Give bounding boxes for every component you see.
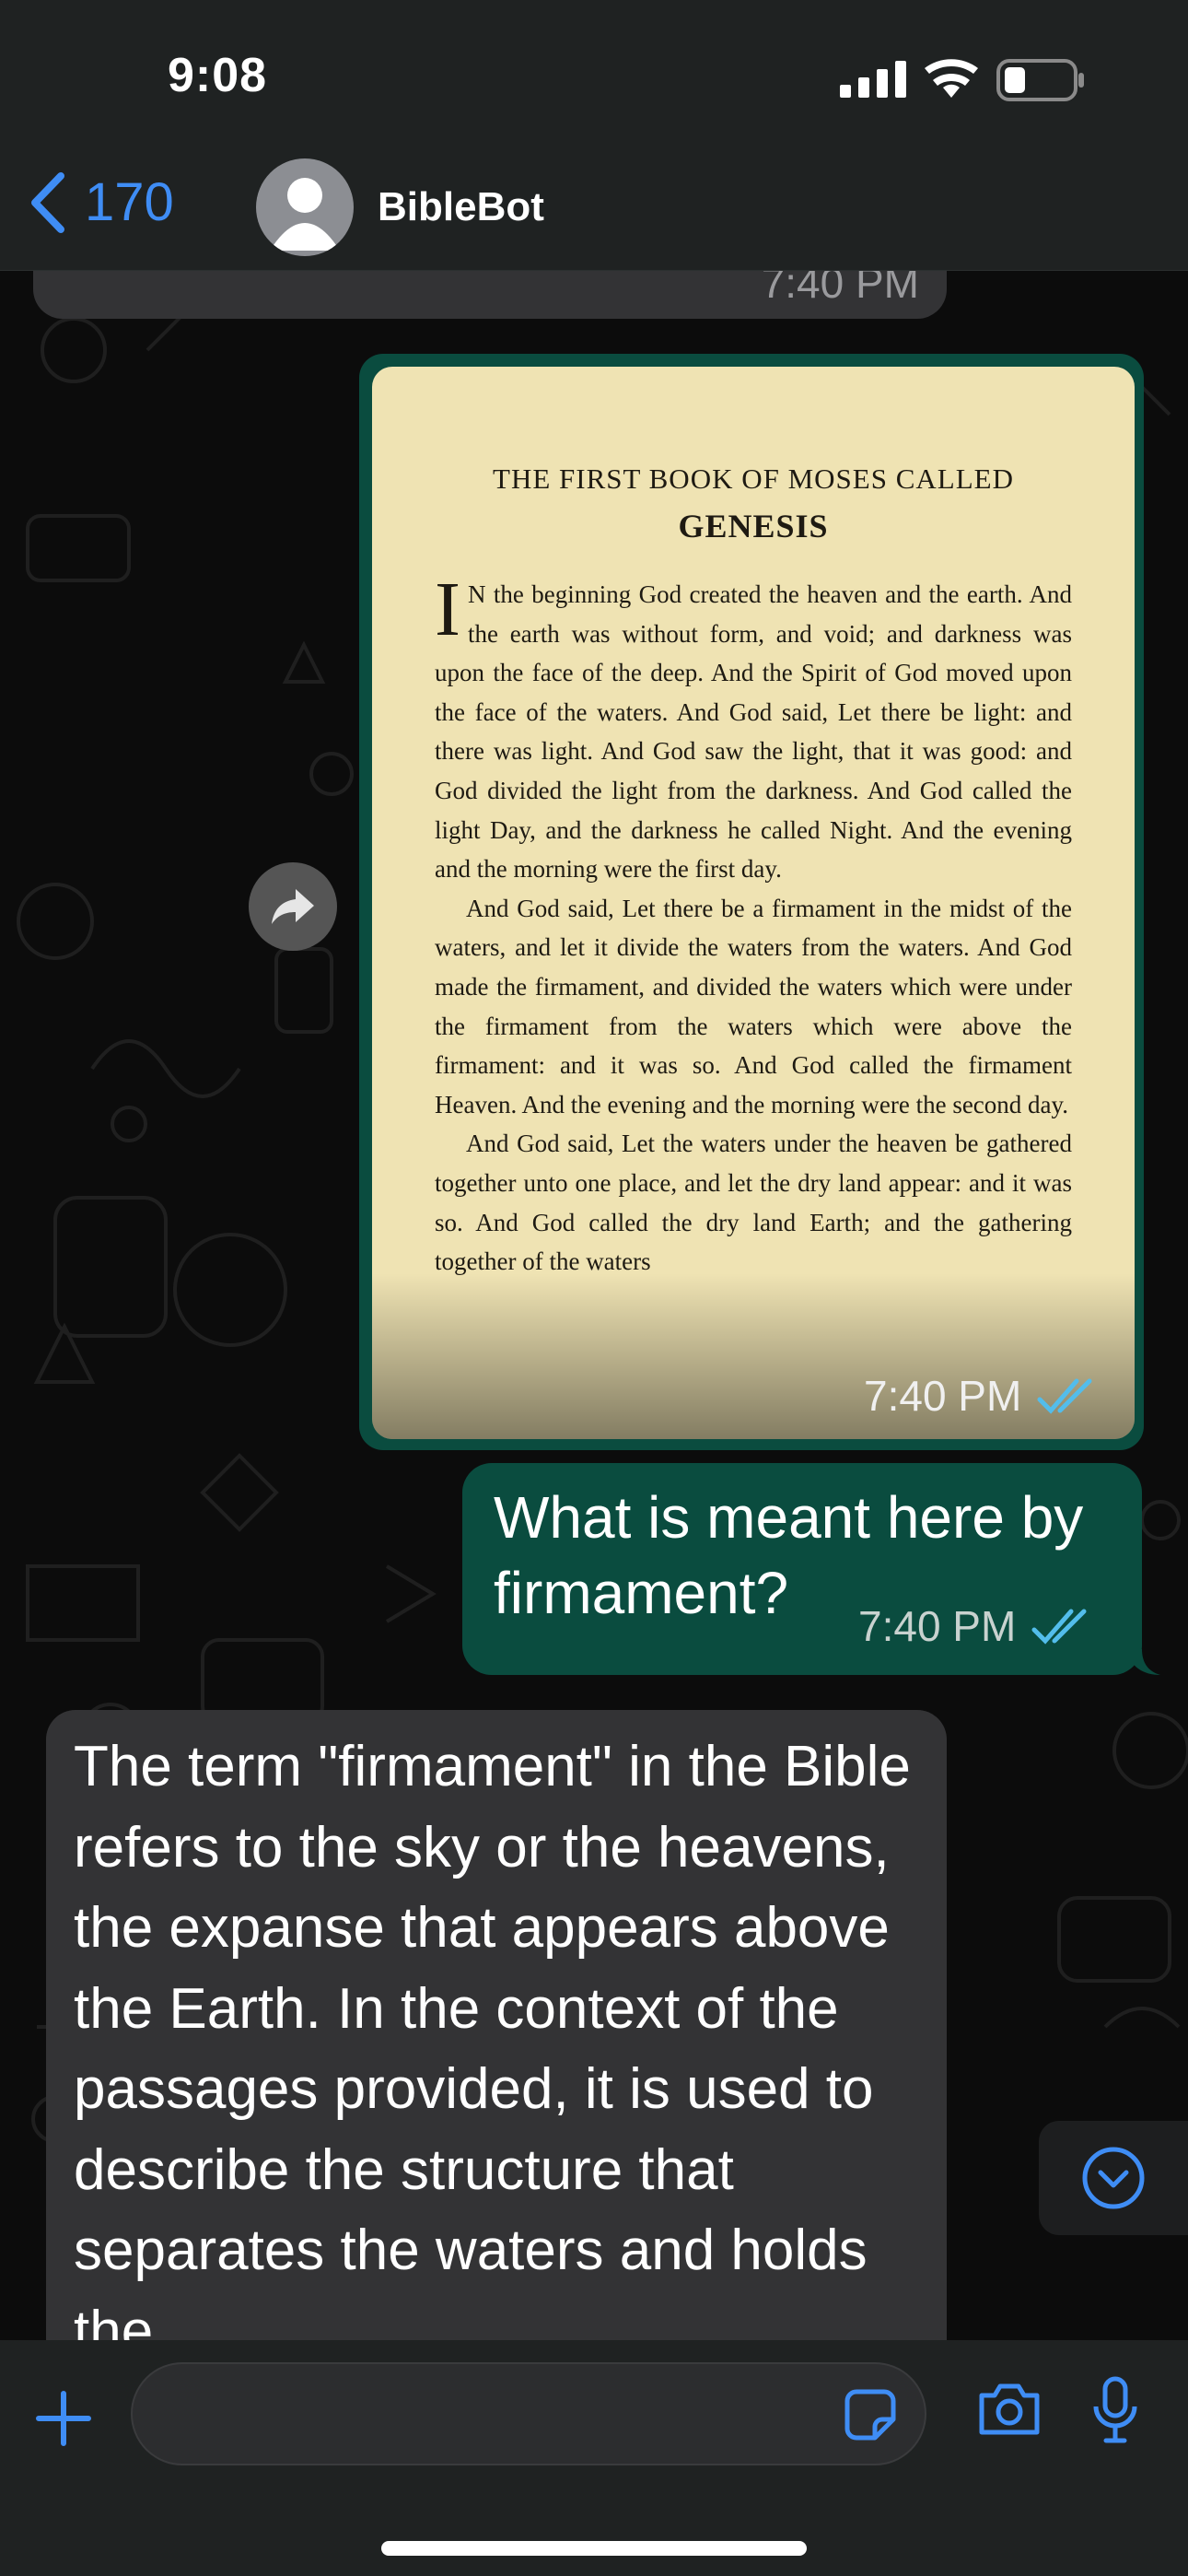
composer-bar	[0, 2340, 1188, 2576]
forward-icon	[272, 889, 314, 924]
battery-icon	[996, 59, 1084, 101]
home-indicator[interactable]	[381, 2541, 807, 2556]
status-bar: 9:08	[0, 0, 1188, 138]
image-paragraph: IN the beginning God created the heaven …	[435, 567, 1072, 889]
unread-count: 170	[85, 172, 174, 232]
image-paragraph: And God said, Let the waters under the h…	[435, 1130, 1072, 1276]
plus-icon[interactable]	[35, 2390, 92, 2447]
message-time: 7:40 PM	[858, 1601, 1095, 1651]
image-title: GENESIS	[678, 508, 829, 544]
microphone-icon[interactable]	[1092, 2375, 1138, 2445]
message-bubble-incoming[interactable]: The term "firmament" in the Bible refers…	[46, 1710, 947, 2410]
back-button[interactable]: 170	[29, 171, 174, 233]
message-time-text: 7:40 PM	[864, 1372, 1022, 1420]
message-time: 7:40 PM	[864, 1371, 1101, 1421]
message-time-text: 7:40 PM	[858, 1602, 1017, 1650]
image-drop-cap: I	[435, 567, 460, 652]
sticker-icon[interactable]	[844, 2388, 897, 2441]
wifi-icon	[925, 59, 978, 98]
chat-name[interactable]: BibleBot	[378, 184, 544, 230]
bubble-tail	[1125, 1649, 1160, 1675]
message-input[interactable]	[131, 2362, 926, 2465]
camera-icon[interactable]	[976, 2381, 1042, 2438]
scroll-down-icon	[1082, 2147, 1145, 2209]
avatar[interactable]	[256, 158, 354, 256]
message-text: The term "firmament" in the Bible refers…	[74, 1735, 911, 2363]
avatar-person-icon	[270, 178, 340, 251]
image-heading: THE FIRST BOOK OF MOSES CALLED	[493, 463, 1014, 495]
message-bubble-outgoing[interactable]: What is meant here by firmament? 7:40 PM	[462, 1463, 1142, 1675]
back-chevron-icon	[31, 171, 64, 233]
image-paragraph-text: N the beginning God created the heaven a…	[435, 580, 1072, 884]
forward-button[interactable]	[249, 862, 337, 951]
scroll-down-button[interactable]	[1039, 2121, 1188, 2235]
signal-icon	[840, 61, 906, 98]
read-ticks-icon	[1037, 1378, 1092, 1414]
message-input-field[interactable]	[160, 2364, 864, 2465]
image-body: IN the beginning God created the heaven …	[435, 567, 1072, 1282]
message-image[interactable]: THE FIRST BOOK OF MOSES CALLED GENESIS I…	[372, 367, 1135, 1439]
status-time: 9:08	[168, 49, 268, 102]
chat-header-overlay: 170 BibleBot	[0, 138, 1188, 270]
image-paragraph: And God said, Let there be a firmament i…	[435, 894, 1072, 1118]
read-ticks-icon	[1031, 1609, 1087, 1645]
